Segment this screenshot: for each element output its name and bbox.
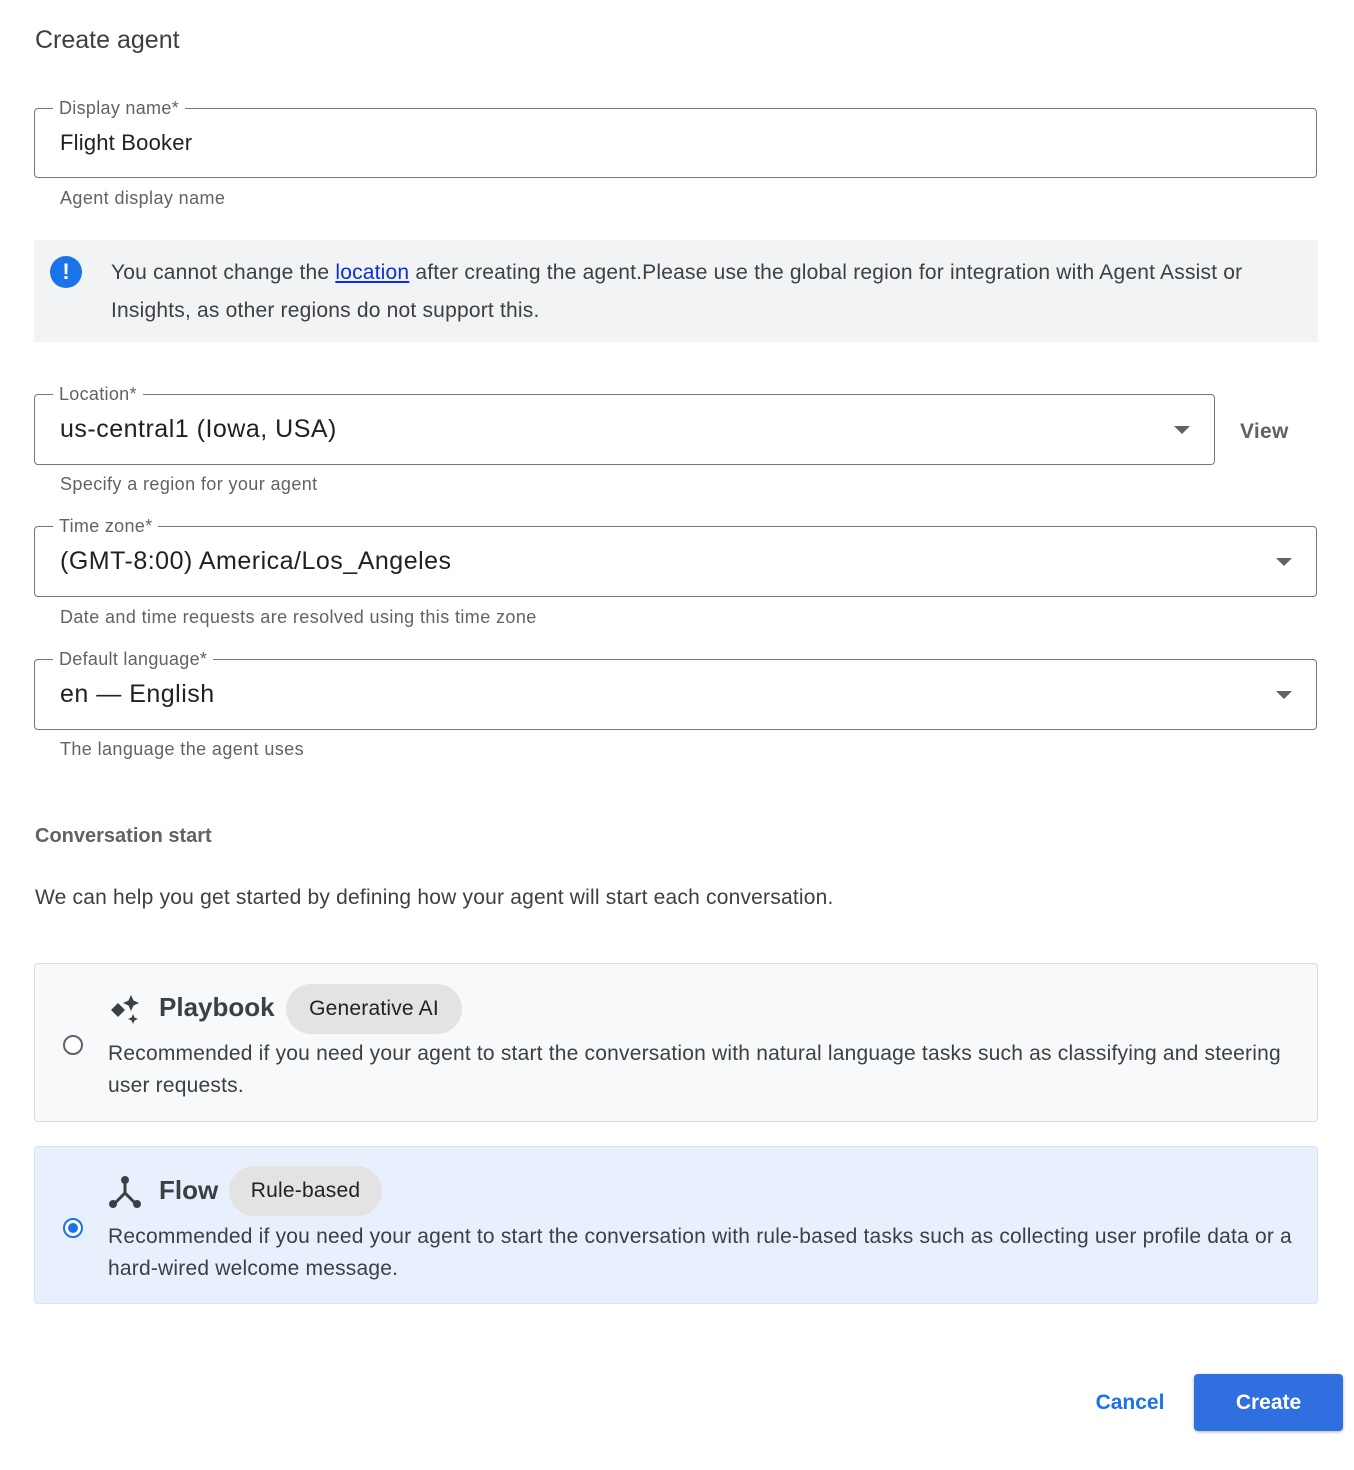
time-zone-hint: Date and time requests are resolved usin… [60, 607, 537, 627]
chevron-down-icon [1174, 425, 1190, 434]
location-notice-banner: ! You cannot change the location after c… [34, 240, 1318, 342]
display-name-field[interactable]: Display name* Flight Booker [34, 97, 1317, 178]
flow-title: Flow [159, 1175, 219, 1205]
info-icon: ! [50, 256, 82, 288]
create-button[interactable]: Create [1194, 1374, 1343, 1431]
time-zone-select[interactable]: Time zone* (GMT-8:00) America/Los_Angele… [34, 515, 1317, 597]
playbook-option-card[interactable]: Playbook Generative AI Recommended if yo… [34, 963, 1318, 1122]
default-language-hint: The language the agent uses [60, 739, 304, 759]
view-location-button[interactable]: View [1240, 420, 1289, 444]
cancel-button[interactable]: Cancel [1080, 1375, 1180, 1431]
rule-based-chip: Rule-based [229, 1166, 382, 1216]
dialog-title: Create agent [35, 26, 180, 54]
sparkle-icon [111, 995, 139, 1024]
flow-description: Recommended if you need your agent to st… [108, 1225, 1292, 1280]
conversation-start-description: We can help you get started by defining … [35, 886, 834, 909]
playbook-radio[interactable] [63, 1035, 83, 1055]
chevron-down-icon [1276, 557, 1292, 566]
playbook-description: Recommended if you need your agent to st… [108, 1042, 1281, 1097]
default-language-value: en — English [60, 680, 215, 708]
default-language-select[interactable]: Default language* en — English [34, 648, 1317, 730]
flow-icon [109, 1176, 141, 1208]
display-name-value[interactable]: Flight Booker [60, 109, 192, 177]
playbook-title: Playbook [159, 992, 275, 1022]
flow-radio[interactable] [63, 1218, 83, 1238]
location-hint: Specify a region for your agent [60, 474, 318, 494]
conversation-start-heading: Conversation start [35, 825, 212, 847]
display-name-hint: Agent display name [60, 188, 226, 208]
time-zone-value: (GMT-8:00) America/Los_Angeles [60, 547, 452, 575]
flow-option-card[interactable]: Flow Rule-based Recommended if you need … [34, 1146, 1318, 1304]
chevron-down-icon [1276, 690, 1292, 699]
generative-ai-chip: Generative AI [286, 984, 462, 1034]
notice-text: You cannot change the location after cre… [111, 254, 1291, 330]
location-value: us-central1 (Iowa, USA) [60, 415, 337, 443]
notice-text-before: You cannot change the [111, 261, 336, 284]
location-link[interactable]: location [335, 261, 409, 284]
location-select[interactable]: Location* us-central1 (Iowa, USA) [34, 383, 1215, 465]
